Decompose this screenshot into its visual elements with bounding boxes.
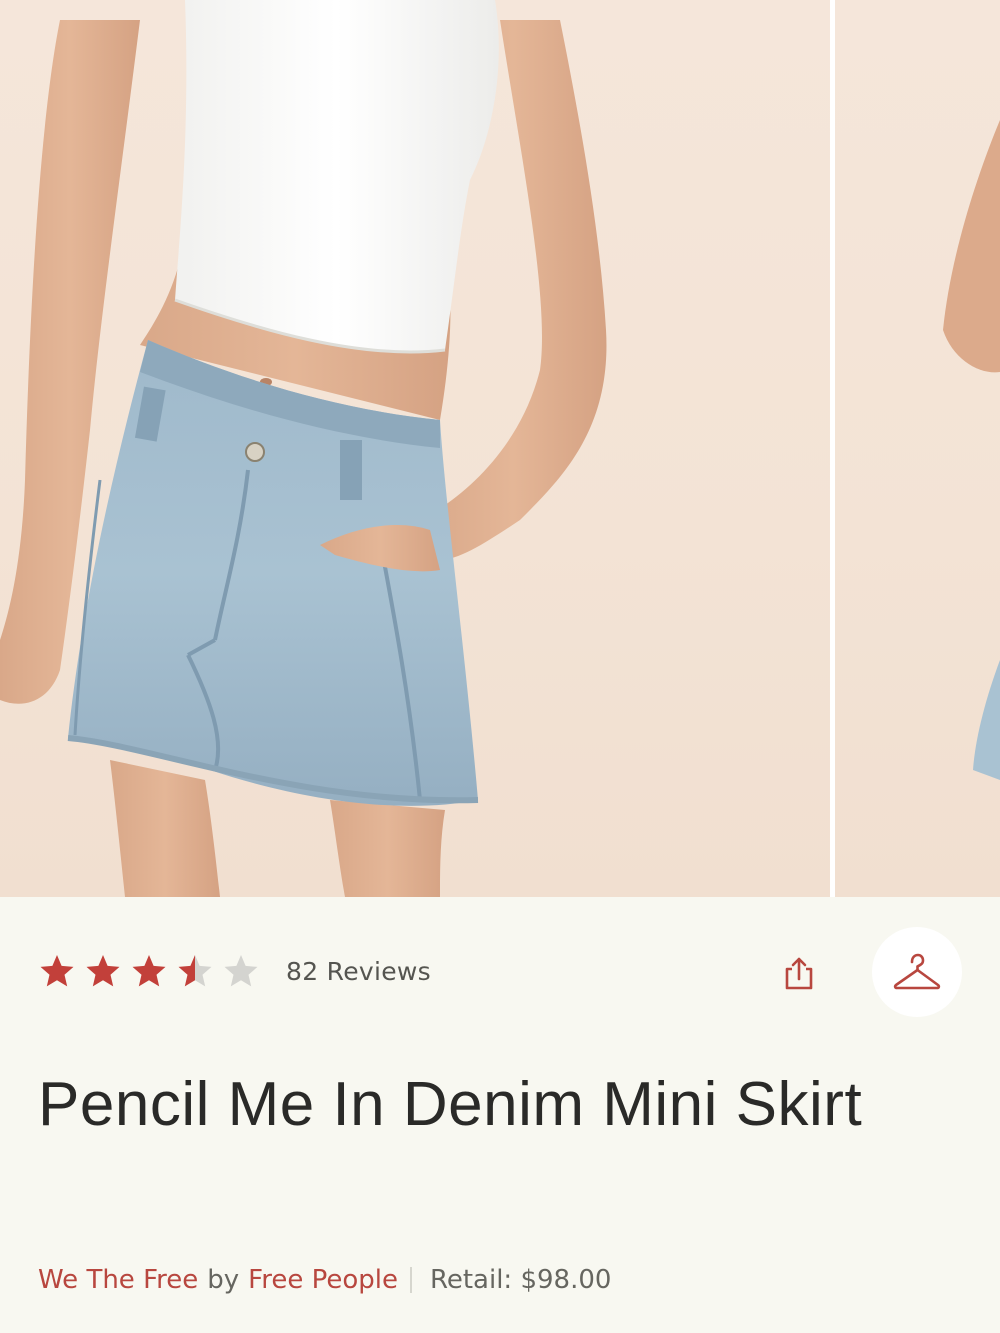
maker-link[interactable]: Free People [248, 1265, 398, 1295]
star-empty-icon [224, 955, 258, 987]
share-icon [785, 957, 813, 990]
star-rating [38, 953, 268, 989]
reviews-link[interactable]: 82 Reviews [286, 957, 431, 986]
save-to-closet-button[interactable] [872, 927, 962, 1017]
product-title: Pencil Me In Denim Mini Skirt [38, 1070, 863, 1139]
by-label: by [207, 1265, 240, 1295]
product-info-panel: 82 Reviews Pencil Me In Denim Mini Skirt… [0, 897, 1000, 1333]
product-page: 82 Reviews Pencil Me In Denim Mini Skirt… [0, 0, 1000, 1333]
product-meta: We The Free by Free People Retail: $98.0… [38, 1265, 611, 1295]
brand-link[interactable]: We The Free [38, 1265, 198, 1295]
star-filled-icon [40, 955, 74, 987]
share-button[interactable] [776, 951, 822, 997]
rating-row[interactable]: 82 Reviews [38, 949, 431, 993]
star-filled-icon [132, 955, 166, 987]
hanger-icon [893, 953, 941, 990]
product-image-carousel[interactable] [0, 0, 1000, 897]
meta-divider [409, 1267, 412, 1293]
model-photo [0, 0, 607, 897]
retail-price: Retail: $98.00 [429, 1265, 612, 1295]
star-half-icon [178, 955, 212, 987]
star-filled-icon [86, 955, 120, 987]
product-image-main[interactable] [0, 0, 830, 897]
product-image-next[interactable] [835, 0, 1000, 897]
model-photo-partial [943, 120, 1000, 780]
